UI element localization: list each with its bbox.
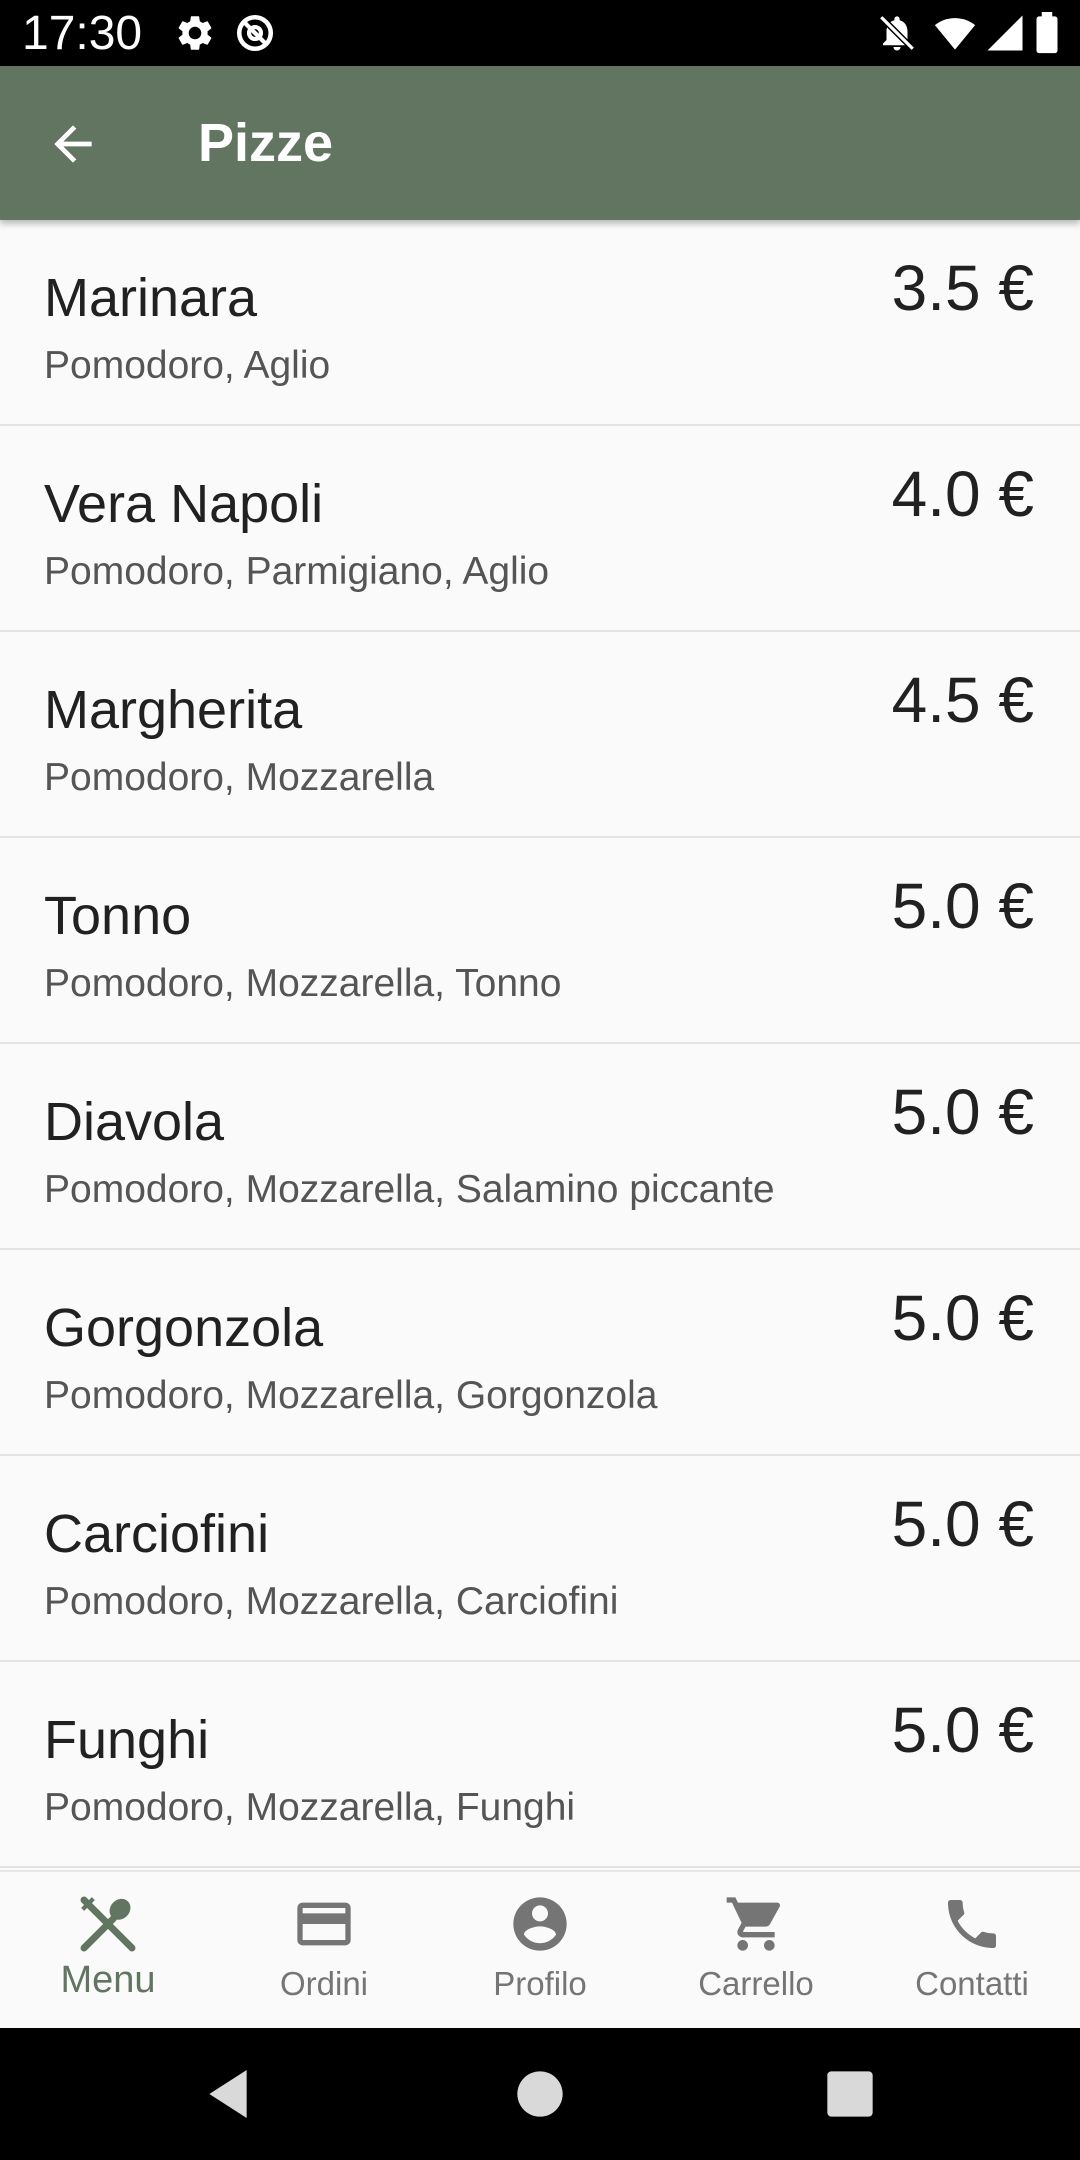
system-navigation-bar	[0, 2028, 1080, 2160]
status-time: 17:30	[22, 7, 143, 60]
item-ingredients: Pomodoro, Aglio	[44, 344, 331, 387]
nav-item-ordini[interactable]: Ordini	[216, 1872, 432, 2030]
credit-card-icon	[297, 1902, 351, 1946]
item-price: 5.0 €	[891, 870, 1034, 942]
list-item[interactable]: Tonno Pomodoro, Mozzarella, Tonno 5.0 €	[0, 838, 1080, 1044]
item-ingredients: Pomodoro, Mozzarella, Salamino piccante	[44, 1168, 775, 1211]
item-ingredients: Pomodoro, Mozzarella, Funghi	[44, 1786, 576, 1829]
list-item[interactable]: Vera Napoli Pomodoro, Parmigiano, Aglio …	[0, 426, 1080, 632]
shopping-cart-icon	[726, 1897, 781, 1951]
nav-label-ordini: Ordini	[279, 1965, 369, 2002]
nav-item-carrello[interactable]: Carrello	[648, 1872, 864, 2030]
home-circle-icon[interactable]	[508, 2062, 572, 2126]
app-bar: Pizze	[0, 66, 1080, 220]
item-price: 5.0 €	[891, 1076, 1034, 1148]
list-item[interactable]: Marinara Pomodoro, Aglio 3.5 €	[0, 220, 1080, 426]
item-price: 4.0 €	[891, 458, 1034, 530]
arrow-back-icon	[54, 125, 92, 163]
item-ingredients: Pomodoro, Parmigiano, Aglio	[44, 550, 550, 593]
fork-spoon-icon	[80, 1896, 136, 1952]
nav-item-menu[interactable]: Menu	[0, 1872, 216, 2030]
item-name: Gorgonzola	[44, 1298, 324, 1358]
item-ingredients: Pomodoro, Mozzarella, Carciofini	[44, 1580, 619, 1623]
account-circle-icon	[513, 1897, 567, 1951]
item-price: 5.0 €	[891, 1488, 1034, 1560]
nav-label-profilo: Profilo	[493, 1965, 587, 2002]
item-price: 5.0 €	[891, 1282, 1034, 1354]
signal-icon	[987, 15, 1023, 51]
bottom-navigation: Menu Ordini Profilo Carrello Contatti	[0, 1870, 1080, 2028]
list-item[interactable]: Carciofini Pomodoro, Mozzarella, Carciof…	[0, 1456, 1080, 1662]
list-item[interactable]: Margherita Pomodoro, Mozzarella 4.5 €	[0, 632, 1080, 838]
item-name: Funghi	[44, 1710, 210, 1770]
gear-icon	[178, 16, 212, 50]
notifications-off-icon	[879, 15, 915, 51]
item-ingredients: Pomodoro, Mozzarella, Gorgonzola	[44, 1374, 658, 1417]
nav-label-contatti: Contatti	[915, 1965, 1029, 2002]
nav-label-menu: Menu	[60, 1959, 156, 2001]
item-ingredients: Pomodoro, Mozzarella	[44, 756, 435, 799]
item-name: Margherita	[44, 680, 303, 740]
pizza-list: Marinara Pomodoro, Aglio 3.5 € Vera Napo…	[0, 220, 1080, 1870]
item-name: Marinara	[44, 268, 258, 328]
item-ingredients: Pomodoro, Mozzarella, Tonno	[44, 962, 562, 1005]
battery-icon	[1036, 12, 1058, 54]
phone-icon	[948, 1900, 996, 1948]
nav-label-carrello: Carrello	[698, 1965, 814, 2002]
recents-square-icon[interactable]	[818, 2062, 882, 2126]
status-bar: 17:30	[0, 0, 1080, 66]
list-item[interactable]: Gorgonzola Pomodoro, Mozzarella, Gorgonz…	[0, 1250, 1080, 1456]
item-price: 4.5 €	[891, 664, 1034, 736]
nav-item-contatti[interactable]: Contatti	[864, 1872, 1080, 2030]
back-button[interactable]	[38, 109, 108, 179]
item-name: Tonno	[44, 886, 192, 946]
list-item[interactable]: Funghi Pomodoro, Mozzarella, Funghi 5.0 …	[0, 1662, 1080, 1868]
item-price: 3.5 €	[891, 252, 1034, 324]
item-name: Carciofini	[44, 1504, 270, 1564]
list-item[interactable]: Diavola Pomodoro, Mozzarella, Salamino p…	[0, 1044, 1080, 1250]
item-name: Vera Napoli	[44, 474, 324, 534]
back-triangle-icon[interactable]	[196, 2062, 260, 2126]
at-sign-icon	[236, 14, 274, 52]
page-title: Pizze	[198, 113, 334, 173]
item-name: Diavola	[44, 1092, 225, 1152]
wifi-icon	[934, 18, 976, 50]
nav-item-profilo[interactable]: Profilo	[432, 1872, 648, 2030]
item-price: 5.0 €	[891, 1694, 1034, 1766]
